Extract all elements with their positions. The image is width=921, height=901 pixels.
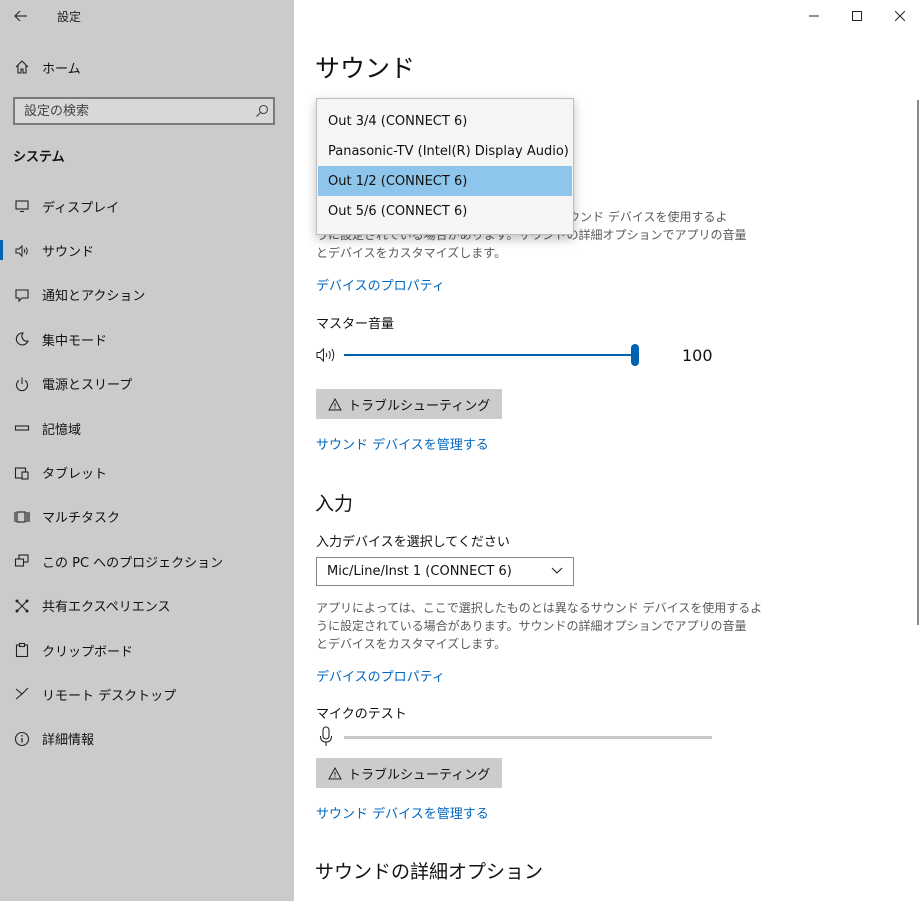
sidebar-item-label: マルチタスク [42, 511, 121, 527]
storage-icon [13, 419, 31, 437]
minimize-icon [808, 15, 819, 17]
search-box[interactable] [13, 97, 275, 125]
sidebar-item-label: 詳細情報 [42, 733, 95, 749]
troubleshoot-label: トラブルシューティング [348, 398, 491, 414]
info-icon [13, 730, 31, 748]
output-manage-devices-link[interactable]: サウンド デバイスを管理する [316, 434, 489, 453]
sidebar-item-label: リモート デスクトップ [42, 688, 177, 704]
input-description-line: アプリによっては、ここで選択したものとは異なるサウンド デバイスを使用するよ [316, 601, 763, 615]
maximize-icon [851, 11, 862, 21]
dropdown-option[interactable]: Out 3/4 (CONNECT 6) [318, 106, 572, 136]
home-icon [13, 58, 31, 76]
advanced-options-heading[interactable]: サウンドの詳細オプション [315, 857, 543, 884]
troubleshoot-label: トラブルシューティング [348, 767, 491, 783]
page-title: サウンド [315, 54, 416, 83]
microphone-icon [318, 726, 334, 752]
mic-test-label: マイクのテスト [316, 707, 407, 722]
input-device-select[interactable]: Mic/Line/Inst 1 (CONNECT 6) [316, 557, 574, 586]
back-arrow-icon [14, 10, 27, 22]
sidebar-item-about[interactable]: 詳細情報 [0, 717, 294, 761]
sidebar: 設定 ホーム システム ディスプレイ サウンド 通知とアクション 集中モード [0, 0, 294, 901]
sidebar-section-title: システム [13, 150, 65, 165]
warning-icon [328, 397, 342, 411]
sidebar-item-storage[interactable]: 記憶域 [0, 406, 294, 450]
sidebar-item-label: 集中モード [42, 333, 108, 349]
input-select-label: 入力デバイスを選択してください [316, 535, 510, 550]
sidebar-item-label: この PC へのプロジェクション [42, 555, 224, 571]
clipboard-icon [13, 641, 31, 659]
input-description-line: うに設定されている場合があります。サウンドの詳細オプションでアプリの音量 [316, 619, 747, 633]
dropdown-option[interactable]: Out 5/6 (CONNECT 6) [318, 196, 572, 226]
sidebar-item-focus[interactable]: 集中モード [0, 317, 294, 361]
output-description-line: とデバイスをカスタマイズします。 [316, 246, 507, 260]
input-heading: 入力 [315, 493, 354, 515]
dropdown-option[interactable]: Panasonic-TV (Intel(R) Display Audio) [318, 136, 572, 166]
sidebar-item-home[interactable]: ホーム [0, 52, 294, 82]
sidebar-nav: ディスプレイ サウンド 通知とアクション 集中モード 電源とスリープ 記憶域 タ… [0, 184, 294, 761]
scrollbar[interactable] [917, 100, 919, 625]
volume-slider-thumb[interactable] [631, 344, 639, 366]
chevron-down-icon [551, 564, 563, 579]
output-device-dropdown[interactable]: Out 3/4 (CONNECT 6) Panasonic-TV (Intel(… [316, 98, 574, 235]
home-label: ホーム [42, 61, 81, 77]
tablet-icon [13, 464, 31, 482]
input-description-line: とデバイスをカスタマイズします。 [316, 637, 507, 651]
sidebar-item-multitask[interactable]: マルチタスク [0, 495, 294, 539]
search-icon[interactable] [251, 100, 273, 122]
back-button[interactable] [8, 4, 34, 28]
window-controls [792, 0, 921, 32]
sidebar-item-remote-desktop[interactable]: リモート デスクトップ [0, 672, 294, 716]
shared-icon [13, 597, 31, 615]
sidebar-item-sound[interactable]: サウンド [0, 228, 294, 272]
sidebar-item-label: 電源とスリープ [42, 378, 133, 394]
display-icon [13, 197, 31, 215]
input-manage-devices-link[interactable]: サウンド デバイスを管理する [316, 803, 489, 822]
sidebar-item-power[interactable]: 電源とスリープ [0, 362, 294, 406]
sidebar-item-label: 記憶域 [42, 422, 82, 438]
sidebar-item-label: サウンド [42, 245, 95, 261]
input-description: アプリによっては、ここで選択したものとは異なるサウンド デバイスを使用するよ う… [316, 599, 763, 653]
titlebar-left: 設定 [0, 0, 294, 32]
search-input[interactable] [15, 98, 251, 124]
output-device-properties-link[interactable]: デバイスのプロパティ [316, 275, 445, 294]
warning-icon [328, 766, 342, 780]
sidebar-item-label: クリップボード [42, 644, 134, 660]
mic-level-track [344, 736, 712, 739]
minimize-button[interactable] [792, 0, 835, 32]
sidebar-item-label: ディスプレイ [42, 200, 120, 216]
moon-icon [13, 330, 31, 348]
input-device-selected: Mic/Line/Inst 1 (CONNECT 6) [327, 564, 512, 579]
input-device-properties-link[interactable]: デバイスのプロパティ [316, 666, 445, 685]
volume-slider-track[interactable] [344, 354, 636, 356]
sidebar-item-notifications[interactable]: 通知とアクション [0, 273, 294, 317]
sidebar-item-display[interactable]: ディスプレイ [0, 184, 294, 228]
maximize-button[interactable] [835, 0, 878, 32]
sidebar-item-label: タブレット [42, 467, 108, 483]
notification-icon [13, 286, 31, 304]
volume-value: 100 [682, 346, 713, 365]
master-volume-slider[interactable]: 100 [316, 343, 716, 369]
speaker-icon [13, 242, 31, 260]
multitask-icon [13, 508, 31, 526]
volume-speaker-icon[interactable] [316, 347, 338, 367]
sidebar-item-label: 共有エクスペリエンス [42, 600, 171, 616]
output-troubleshoot-button[interactable]: トラブルシューティング [316, 389, 503, 419]
sidebar-item-label: 通知とアクション [42, 289, 146, 305]
input-troubleshoot-button[interactable]: トラブルシューティング [316, 758, 503, 788]
remote-icon [13, 685, 31, 703]
mic-level-meter [316, 726, 716, 750]
close-button[interactable] [878, 0, 921, 32]
sidebar-item-projection[interactable]: この PC へのプロジェクション [0, 539, 294, 583]
sidebar-item-tablet[interactable]: タブレット [0, 450, 294, 494]
app-title: 設定 [57, 10, 82, 24]
master-volume-label: マスター音量 [316, 317, 395, 332]
power-icon [13, 375, 31, 393]
close-icon [894, 11, 905, 21]
dropdown-option-selected[interactable]: Out 1/2 (CONNECT 6) [318, 166, 572, 196]
sidebar-item-shared[interactable]: 共有エクスペリエンス [0, 584, 294, 628]
sidebar-item-clipboard[interactable]: クリップボード [0, 628, 294, 672]
projection-icon [13, 552, 31, 570]
